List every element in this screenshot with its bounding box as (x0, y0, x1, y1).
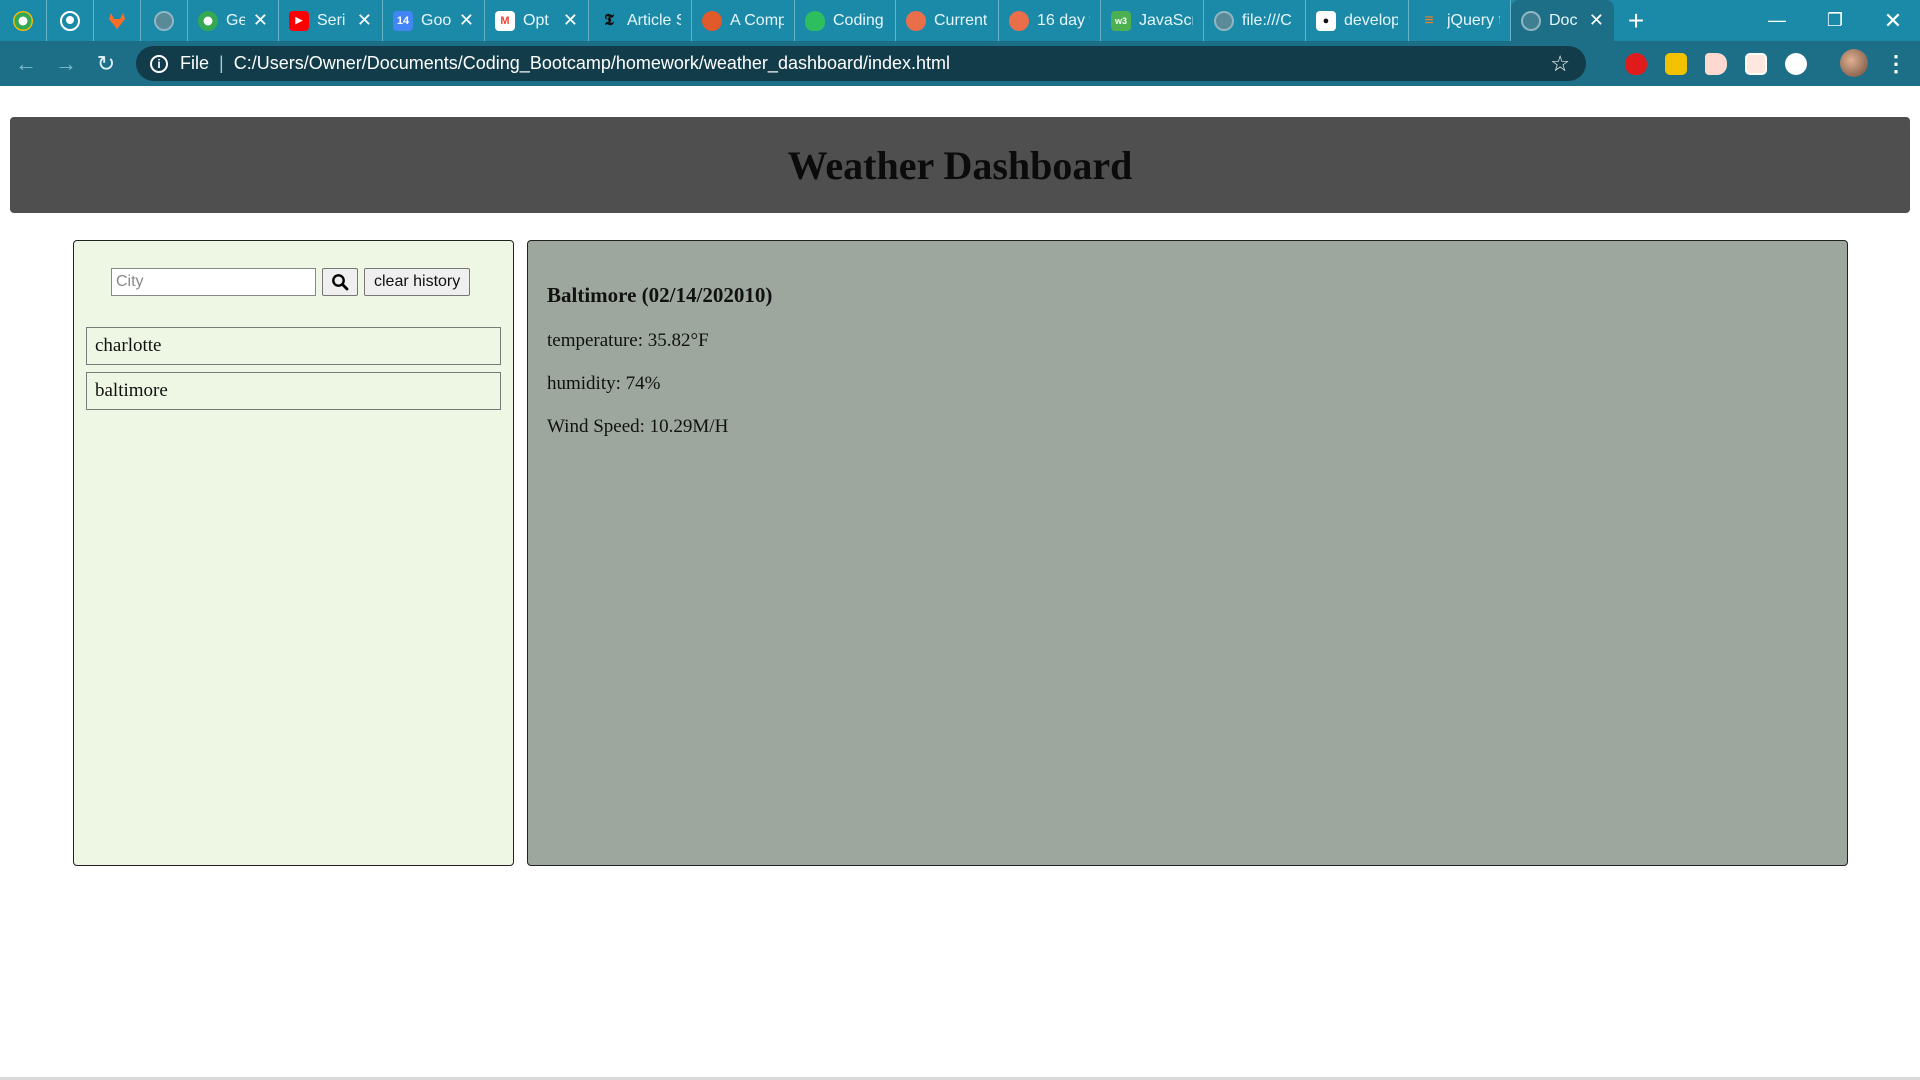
pinned-tab-github[interactable] (47, 0, 94, 41)
screencast-extension-icon[interactable] (1705, 53, 1727, 75)
globe-icon (1214, 10, 1234, 31)
tab-title: Coding (833, 11, 884, 29)
nyt-icon: 𝕿 (604, 11, 614, 29)
cast-extension-icon[interactable] (1745, 53, 1767, 75)
tab-title: 16 day w (1037, 11, 1090, 29)
github-icon: ● (1316, 10, 1336, 31)
profile-avatar[interactable] (1840, 49, 1868, 77)
gmail-icon: M (495, 10, 515, 31)
pinned-tab-generic[interactable] (141, 0, 188, 41)
tab-title: A Comp (730, 11, 784, 29)
tab-active[interactable]: Doc ✕ (1511, 0, 1614, 41)
clock-extension-icon[interactable] (1785, 53, 1807, 75)
globe-icon (154, 10, 174, 31)
current-weather-panel: Baltimore (02/14/202010) temperature: 35… (527, 240, 1848, 866)
weather-icon (906, 10, 926, 31)
tab-title: JavaScri (1139, 11, 1193, 29)
calendar-icon: 14 (393, 10, 413, 31)
info-icon[interactable]: i (150, 54, 168, 73)
tab-4[interactable]: M Opt ✕ (485, 0, 589, 41)
close-tab-icon[interactable]: ✕ (1589, 10, 1604, 31)
humidity-text: humidity: 74% (547, 373, 661, 394)
w3schools-icon: w3 (1111, 10, 1131, 31)
tab-1[interactable]: Ger ✕ (188, 0, 279, 41)
gitlab-icon (109, 12, 125, 29)
scheme-label: File (180, 53, 210, 73)
pinned-tab-gitlab[interactable] (94, 0, 141, 41)
clear-history-button[interactable]: clear history (364, 268, 471, 296)
tab-7[interactable]: Coding (795, 0, 896, 41)
tab-title: Doc (1549, 11, 1578, 29)
tab-title: jQuery t (1447, 11, 1500, 29)
menu-kebab-icon[interactable]: ⋮ (1885, 51, 1907, 77)
tab-2[interactable]: ▶ Seri ✕ (279, 0, 383, 41)
page-header: Weather Dashboard (10, 117, 1910, 213)
restore-icon[interactable]: ❐ (1806, 0, 1864, 41)
bookmark-star-icon[interactable]: ☆ (1550, 51, 1570, 77)
url-text[interactable]: C:/Users/Owner/Documents/Coding_Bootcamp… (234, 53, 950, 74)
chrome-icon (198, 10, 218, 31)
password-extension-icon[interactable] (1665, 53, 1687, 75)
close-tab-icon[interactable]: ✕ (459, 10, 474, 31)
temperature-text: temperature: 35.82°F (547, 330, 709, 351)
search-row: clear history (111, 268, 471, 296)
forward-arrow-icon[interactable]: → (46, 44, 86, 84)
close-tab-icon[interactable]: ✕ (253, 10, 268, 31)
evernote-icon (805, 10, 825, 31)
chrome-icon (13, 10, 33, 31)
back-arrow-icon[interactable]: ← (6, 44, 46, 84)
tab-strip: Ger ✕ ▶ Seri ✕ 14 Goo ✕ M Opt ✕ 𝕿 Articl… (0, 0, 1920, 41)
stackoverflow-icon: ≡ (1424, 11, 1434, 29)
close-window-icon[interactable]: ✕ (1864, 0, 1920, 41)
globe-icon (1521, 10, 1541, 31)
github-icon (60, 10, 80, 31)
search-history-list: charlotte baltimore (86, 327, 501, 417)
tab-8[interactable]: Current (896, 0, 999, 41)
tab-11[interactable]: file:///C (1204, 0, 1306, 41)
search-button[interactable] (322, 268, 358, 296)
community-icon (702, 10, 722, 31)
tab-title: develop (1344, 11, 1398, 29)
browser-toolbar: ← → ↻ i File | C:/Users/Owner/Documents/… (0, 41, 1920, 86)
tab-3[interactable]: 14 Goo ✕ (383, 0, 485, 41)
tab-13[interactable]: ≡ jQuery t (1409, 0, 1511, 41)
page-title: Weather Dashboard (787, 142, 1133, 188)
history-item-baltimore[interactable]: baltimore (86, 372, 501, 410)
city-search-input[interactable] (111, 268, 316, 296)
youtube-icon: ▶ (289, 10, 309, 31)
tab-title: Article S (627, 11, 681, 29)
tab-6[interactable]: A Comp (692, 0, 795, 41)
tab-12[interactable]: ● develop (1306, 0, 1409, 41)
tab-5[interactable]: 𝕿 Article S (589, 0, 692, 41)
page-viewport: Weather Dashboard clear history charlott… (0, 86, 1920, 1080)
tab-9[interactable]: 16 day w (999, 0, 1101, 41)
tab-10[interactable]: w3 JavaScri (1101, 0, 1204, 41)
address-bar[interactable]: i File | C:/Users/Owner/Documents/Coding… (136, 46, 1586, 81)
search-sidebar: clear history charlotte baltimore (73, 240, 514, 866)
new-tab-button[interactable]: + (1614, 0, 1658, 41)
tab-title: Current (934, 11, 988, 29)
tab-title: Seri (317, 11, 346, 29)
address-separator: | (219, 53, 224, 73)
close-tab-icon[interactable]: ✕ (563, 10, 578, 31)
minimize-icon[interactable]: — (1748, 0, 1806, 41)
city-date-heading: Baltimore (02/14/202010) (547, 283, 773, 307)
adblock-extension-icon[interactable] (1625, 53, 1647, 75)
tab-title: file:///C (1242, 11, 1292, 29)
weather-icon (1009, 10, 1029, 31)
history-item-charlotte[interactable]: charlotte (86, 327, 501, 365)
wind-speed-text: Wind Speed: 10.29M/H (547, 416, 729, 437)
search-icon (332, 274, 349, 291)
pinned-tab-chrome[interactable] (0, 0, 47, 41)
tab-title: Goo (421, 11, 451, 29)
reload-icon[interactable]: ↻ (86, 44, 126, 84)
tab-title: Opt (523, 11, 549, 29)
tab-title: Ger (226, 11, 245, 29)
close-tab-icon[interactable]: ✕ (357, 10, 372, 31)
current-weather: Baltimore (02/14/202010) temperature: 35… (547, 283, 772, 459)
